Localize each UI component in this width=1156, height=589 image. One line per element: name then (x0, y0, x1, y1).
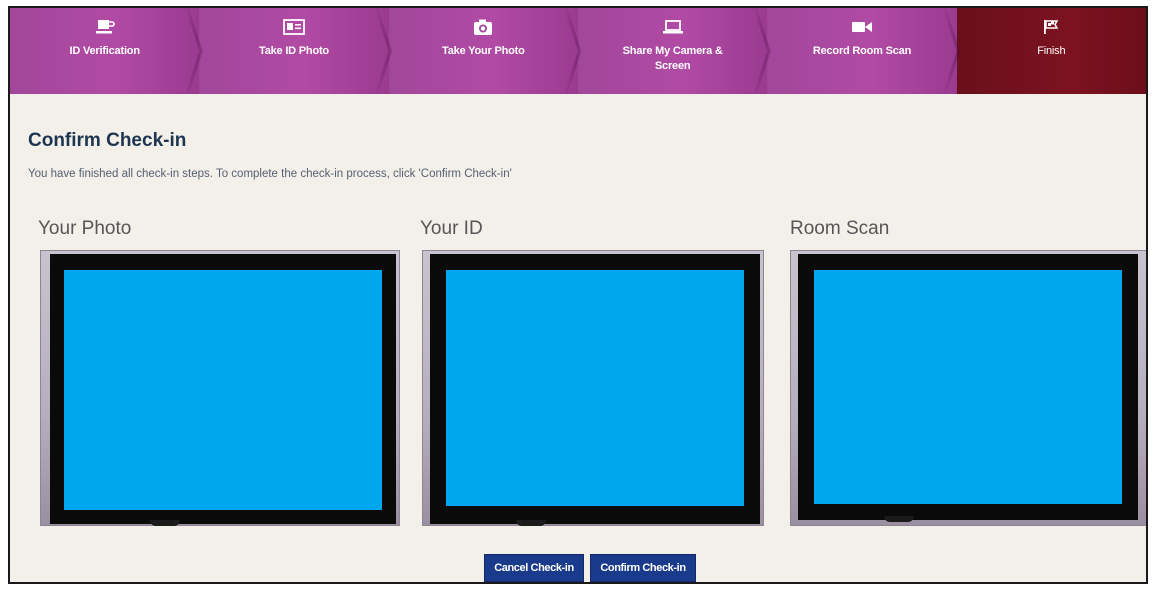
camera-icon (472, 18, 494, 36)
your-id-image (446, 270, 744, 506)
camera-notch (150, 520, 180, 526)
step-label: ID Verification (69, 45, 140, 57)
app-window: ID Verification Take ID Photo Take Your … (8, 6, 1148, 584)
id-card-icon (283, 18, 305, 36)
video-camera-icon (851, 18, 873, 36)
check-in-steps-bar: ID Verification Take ID Photo Take Your … (10, 8, 1146, 94)
page-title: Confirm Check-in (28, 130, 187, 151)
confirm-check-in-button[interactable]: Confirm Check-in (590, 554, 696, 582)
coffee-cup-icon (94, 18, 116, 36)
laptop-icon (662, 18, 684, 36)
instructions-text: You have finished all check-in steps. To… (28, 168, 512, 180)
step-label: Finish (1037, 45, 1066, 57)
step-share-camera-screen[interactable]: Share My Camera & Screen (577, 8, 768, 94)
cancel-check-in-button[interactable]: Cancel Check-in (484, 554, 584, 582)
step-take-id-photo[interactable]: Take ID Photo (199, 8, 389, 94)
your-id-panel (422, 250, 764, 526)
step-take-your-photo[interactable]: Take Your Photo (388, 8, 578, 94)
your-photo-image (64, 270, 382, 510)
room-scan-image (814, 270, 1122, 504)
room-scan-panel (790, 250, 1146, 526)
camera-notch (516, 520, 546, 526)
flag-icon (1040, 18, 1062, 36)
your-photo-panel (40, 250, 400, 526)
step-label: Take ID Photo (259, 45, 329, 57)
step-id-verification[interactable]: ID Verification (10, 8, 200, 94)
step-label: Record Room Scan (812, 45, 912, 57)
your-id-label: Your ID (420, 218, 483, 239)
room-scan-label: Room Scan (790, 218, 890, 239)
step-label: Share My Camera & Screen (622, 45, 723, 72)
camera-notch (884, 516, 914, 522)
your-photo-label: Your Photo (38, 218, 132, 239)
step-label: Take Your Photo (442, 45, 525, 57)
step-finish[interactable]: Finish (956, 8, 1146, 94)
step-record-room-scan[interactable]: Record Room Scan (767, 8, 957, 94)
